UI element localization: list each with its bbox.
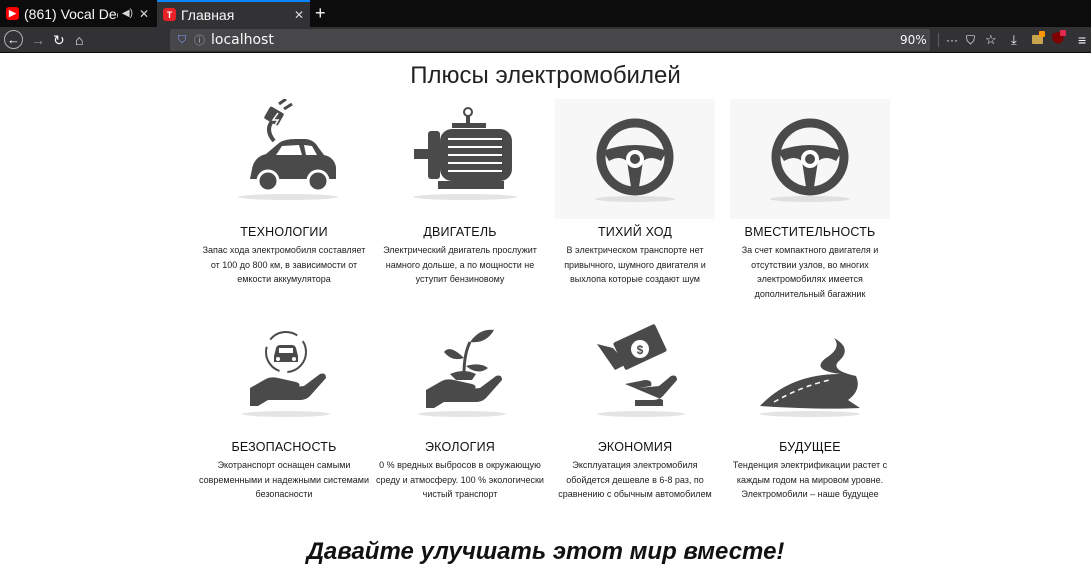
feature-title: ВМЕСТИТЕЛЬНОСТЬ (744, 225, 876, 239)
tesla-icon: T (163, 8, 176, 21)
page-actions-icon[interactable]: ··· (946, 30, 958, 50)
info-icon[interactable]: ⓘ (194, 32, 205, 48)
feature-technologies: ТЕХНОЛОГИИ Запас хода электромобиля сост… (199, 97, 369, 287)
feature-title: ДВИГАТЕЛЬ (423, 225, 497, 239)
electric-car-plug-icon (204, 97, 364, 219)
close-icon[interactable]: ✕ (139, 7, 149, 21)
slogan-heading: Давайте улучшать этот мир вместе! (306, 538, 785, 565)
hand-money-icon: $ (555, 314, 715, 434)
electric-motor-icon (380, 99, 540, 219)
home-button[interactable]: ⌂ (75, 30, 83, 50)
hand-car-safety-icon (204, 314, 364, 434)
feature-text: Тенденция электрификации растет с каждым… (732, 460, 888, 499)
feature-title: БУДУЩЕЕ (779, 440, 841, 454)
new-tab-button[interactable]: + (315, 3, 331, 24)
url-bar[interactable]: ⛉ ⓘ localhost (170, 29, 930, 51)
shield-icon[interactable]: ⛉ (178, 34, 188, 46)
feature-economy: $ ЭКОНОМИЯ Эксплуатация электромобиля об… (550, 314, 720, 502)
tab-youtube[interactable]: ▶ (861) Vocal Dee ◀) ✕ (0, 0, 155, 27)
url-text[interactable]: localhost (211, 32, 274, 48)
hand-plant-icon (380, 314, 540, 434)
reload-button[interactable]: ↻ (53, 30, 65, 50)
feature-text: В электрическом транспорте нет привычног… (564, 245, 706, 284)
feature-engine: ДВИГАТЕЛЬ Электрический двигатель прослу… (375, 99, 545, 287)
feature-text: Экотранспорт оснащен самыми современными… (199, 460, 370, 499)
bookmark-star-icon[interactable]: ☆ (985, 30, 997, 50)
feature-future: БУДУЩЕЕ Тенденция электрификации растет … (725, 314, 895, 502)
feature-title: БЕЗОПАСНОСТЬ (231, 440, 337, 454)
feature-text: Запас хода электромобиля составляет от 1… (202, 245, 366, 284)
tab-title: (861) Vocal Dee (24, 5, 118, 22)
feature-capacity: ВМЕСТИТЕЛЬНОСТЬ За счет компактного двиг… (725, 99, 895, 301)
nav-bar: ← → ↻ ⌂ ⛉ ⓘ localhost 90% ··· ⛉ ☆ ⤓ ≡ (0, 27, 1091, 53)
feature-title: ЭКОЛОГИЯ (424, 440, 495, 454)
steering-wheel-icon (730, 99, 890, 219)
youtube-icon: ▶ (6, 7, 19, 20)
forward-button[interactable]: → (31, 30, 45, 50)
feature-text: 0 % вредных выбросов в окружающую среду … (376, 460, 544, 499)
menu-icon[interactable]: ≡ (1078, 30, 1086, 50)
close-icon[interactable]: ✕ (294, 8, 304, 22)
tab-title: Главная (181, 6, 235, 23)
page-content: Плюсы электромобилей ТЕХНОЛОГИИ Запас хо… (0, 54, 1091, 565)
feature-text: Электрический двигатель прослужит намног… (383, 245, 537, 284)
steering-wheel-icon (555, 99, 715, 219)
page-title: Плюсы электромобилей (410, 62, 681, 89)
pocket-icon[interactable]: ⛉ (966, 30, 975, 50)
feature-quiet-ride: ТИХИЙ ХОД В электрическом транспорте нет… (550, 99, 720, 287)
tab-bar: ▶ (861) Vocal Dee ◀) ✕ T Главная ✕ + (0, 0, 1091, 27)
speaker-icon[interactable]: ◀) (122, 8, 133, 19)
extension-icon[interactable] (1030, 30, 1046, 50)
separator (938, 33, 939, 47)
feature-title: ТИХИЙ ХОД (597, 225, 673, 239)
back-button[interactable]: ← (4, 30, 23, 49)
zoom-indicator[interactable]: 90% (896, 31, 931, 49)
feature-text: Эксплуатация электромобиля обойдется деш… (558, 460, 712, 499)
download-icon[interactable]: ⤓ (1011, 30, 1017, 50)
feature-text: За счет компактного двигателя и отсутств… (741, 245, 879, 299)
winding-road-icon (730, 314, 890, 434)
feature-safety: БЕЗОПАСНОСТЬ Экотранспорт оснащен самыми… (199, 314, 369, 502)
feature-ecology: ЭКОЛОГИЯ 0 % вредных выбросов в окружающ… (375, 314, 545, 502)
tab-main[interactable]: T Главная ✕ (157, 0, 310, 27)
feature-title: ТЕХНОЛОГИИ (240, 225, 328, 239)
feature-title: ЭКОНОМИЯ (597, 440, 673, 454)
svg-text:$: $ (637, 343, 644, 357)
ublock-icon[interactable] (1050, 30, 1066, 50)
